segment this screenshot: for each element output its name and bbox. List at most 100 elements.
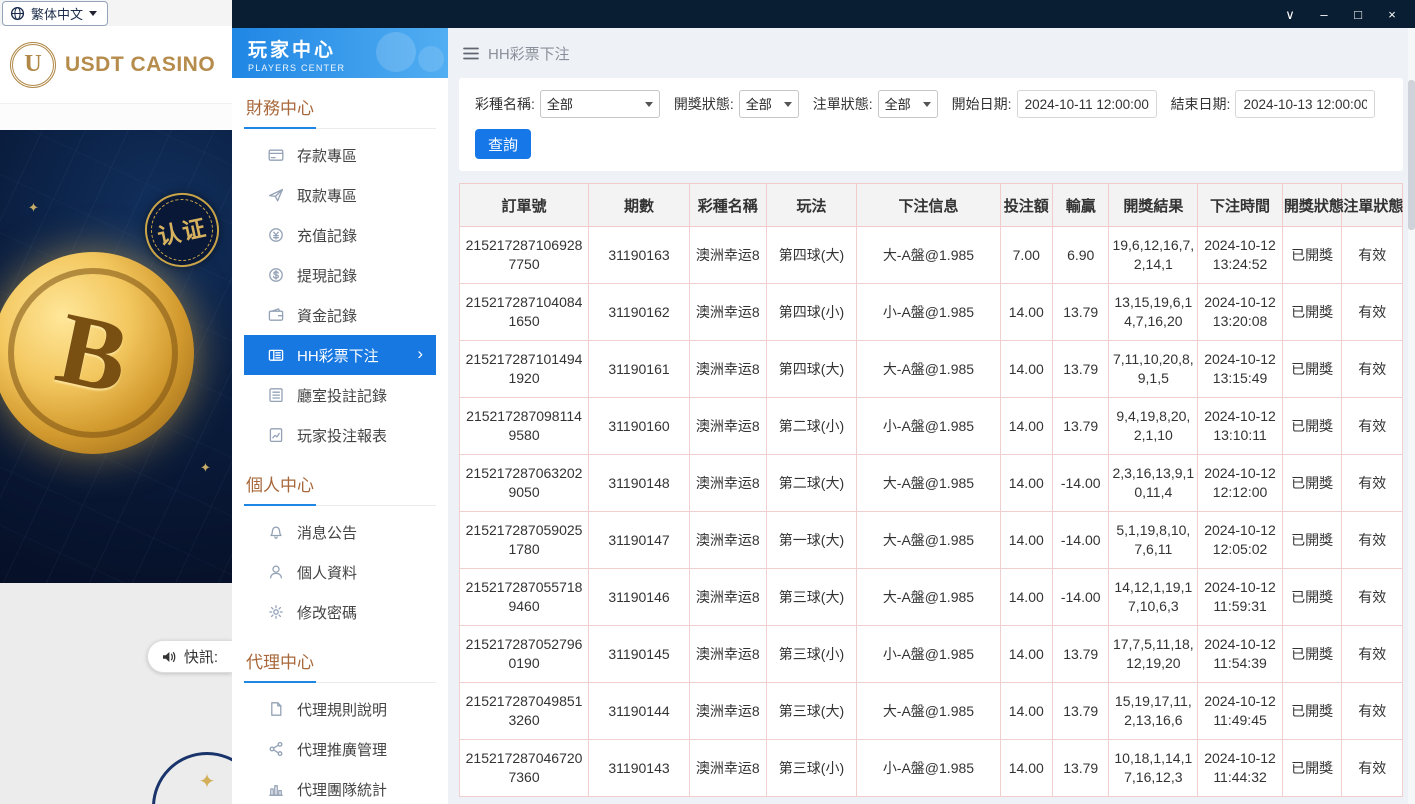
table-cell: 小-A盤@1.985 — [857, 284, 1000, 341]
table-cell: 大-A盤@1.985 — [857, 341, 1000, 398]
table-cell: 大-A盤@1.985 — [857, 455, 1000, 512]
sidebar-item-funds-records[interactable]: 資金記錄 — [244, 295, 436, 335]
table-cell: 已開獎 — [1282, 569, 1342, 626]
quick-news-button[interactable]: 快訊: — [147, 640, 232, 673]
sidebar-item-player-bet-report[interactable]: 玩家投注報表 — [244, 415, 436, 455]
lottery-name-select[interactable]: 全部 — [540, 90, 660, 118]
table-row: 215217287055718946031190146澳洲幸运8第三球(大)大-… — [460, 569, 1403, 626]
scrollbar-thumb[interactable] — [1408, 80, 1415, 230]
page-title: HH彩票下注 — [488, 43, 570, 64]
table-cell: 大-A盤@1.985 — [857, 683, 1000, 740]
quick-news-label: 快訊: — [184, 646, 218, 667]
vertical-scrollbar[interactable] — [1408, 28, 1415, 804]
menu-icon[interactable] — [463, 47, 479, 60]
table-cell: 2152172870981149580 — [460, 398, 589, 455]
table-cell: 第三球(小) — [766, 626, 857, 683]
column-header: 下注時間 — [1198, 184, 1283, 227]
window-close-button[interactable]: × — [1379, 4, 1405, 24]
table-cell: 31190160 — [589, 398, 690, 455]
column-header: 投注額 — [1000, 184, 1052, 227]
sidebar-item-agent-team-stats[interactable]: 代理團隊統計 — [244, 769, 436, 804]
sidebar-item-withdraw-area[interactable]: 取款專區 — [244, 175, 436, 215]
language-label: 繁体中文 — [31, 4, 83, 23]
agent-rules-icon — [268, 701, 284, 717]
table-cell: 第三球(大) — [766, 569, 857, 626]
sidebar-item-hh-lottery-bets[interactable]: HH彩票下注› — [244, 335, 436, 375]
announcement-icon — [268, 524, 284, 540]
sidebar-item-label: 存款專區 — [297, 145, 357, 166]
table-cell: 7,11,10,20,8,9,1,5 — [1109, 341, 1198, 398]
column-header: 期數 — [589, 184, 690, 227]
table-row: 215217287098114958031190160澳洲幸运8第二球(小)小-… — [460, 398, 1403, 455]
sidebar-item-withdrawal-records[interactable]: 提現記錄 — [244, 255, 436, 295]
deposit-card-icon — [268, 147, 284, 163]
funds-record-icon — [268, 307, 284, 323]
sidebar-item-label: 玩家投注報表 — [297, 425, 387, 446]
site-background-panel: 繁体中文 U USDT CASINO ✦ ✦ B 认证 快訊: — [0, 0, 232, 804]
draw-status-select[interactable]: 全部 — [739, 90, 799, 118]
table-cell: 澳洲幸运8 — [689, 227, 766, 284]
order-status-select[interactable]: 全部 — [878, 90, 938, 118]
order-status-label: 注單狀態: — [813, 94, 873, 114]
table-row: 215217287106928775031190163澳洲幸运8第四球(大)大-… — [460, 227, 1403, 284]
withdrawal-record-icon — [268, 267, 284, 283]
column-header: 訂單號 — [460, 184, 589, 227]
table-cell: 有效 — [1342, 227, 1403, 284]
app-body: 玩家中心 PLAYERS CENTER 財務中心存款專區取款專區充值記錄提現記錄… — [232, 28, 1415, 804]
language-selector[interactable]: 繁体中文 — [2, 1, 108, 26]
sidebar-section-title: 個人中心 — [244, 469, 436, 506]
table-cell: 有效 — [1342, 398, 1403, 455]
sparkle-icon: ✦ — [28, 200, 39, 216]
sidebar-item-change-password[interactable]: 修改密碼 — [244, 592, 436, 632]
sidebar-item-agent-rules[interactable]: 代理規則說明 — [244, 689, 436, 729]
table-cell: 澳洲幸运8 — [689, 284, 766, 341]
recharge-record-icon — [268, 227, 284, 243]
start-date-input[interactable] — [1017, 90, 1157, 118]
table-cell: 31190161 — [589, 341, 690, 398]
table-cell: 2152172870632029050 — [460, 455, 589, 512]
table-cell: 14.00 — [1000, 398, 1052, 455]
window-minimize-button[interactable]: – — [1311, 4, 1337, 24]
table-cell: 已開獎 — [1282, 398, 1342, 455]
table-cell: 19,6,12,16,7,2,14,1 — [1109, 227, 1198, 284]
sidebar-item-label: 充值記錄 — [297, 225, 357, 246]
table-cell: 31190162 — [589, 284, 690, 341]
window-maximize-button[interactable]: □ — [1345, 4, 1371, 24]
sidebar-item-announcements[interactable]: 消息公告 — [244, 512, 436, 552]
table-cell: 澳洲幸运8 — [689, 740, 766, 797]
sidebar-title: 玩家中心 — [248, 35, 448, 62]
table-cell: 已開獎 — [1282, 512, 1342, 569]
agent-promotion-icon — [268, 741, 284, 757]
withdraw-icon — [268, 187, 284, 203]
table-cell: 已開獎 — [1282, 683, 1342, 740]
end-date-input[interactable] — [1235, 90, 1375, 118]
sidebar-item-room-bet-records[interactable]: 廳室投註記錄 — [244, 375, 436, 415]
sidebar-item-agent-promotion[interactable]: 代理推廣管理 — [244, 729, 436, 769]
table-cell: 31190146 — [589, 569, 690, 626]
column-header: 玩法 — [766, 184, 857, 227]
table-cell: 6.90 — [1052, 227, 1108, 284]
chevron-right-icon: › — [417, 344, 423, 364]
globe-icon — [10, 6, 25, 21]
sidebar-item-deposit-area[interactable]: 存款專區 — [244, 135, 436, 175]
table-cell: 小-A盤@1.985 — [857, 398, 1000, 455]
table-cell: 2024-10-12 11:59:31 — [1198, 569, 1283, 626]
table-header-row: 訂單號期數彩種名稱玩法下注信息投注額輸贏開獎結果下注時間開獎狀態注單狀態 — [460, 184, 1403, 227]
sidebar-item-profile[interactable]: 個人資料 — [244, 552, 436, 592]
column-header: 注單狀態 — [1342, 184, 1403, 227]
window-dropdown-button[interactable]: ∨ — [1277, 4, 1303, 24]
search-button[interactable]: 查詢 — [475, 129, 531, 159]
table-cell: 14,12,1,19,17,10,6,3 — [1109, 569, 1198, 626]
sidebar-section-title: 代理中心 — [244, 646, 436, 683]
table-cell: 2024-10-12 13:10:11 — [1198, 398, 1283, 455]
sidebar-section-title: 財務中心 — [244, 92, 436, 129]
table-cell: 有效 — [1342, 740, 1403, 797]
sparkle-icon: ✦ — [200, 460, 211, 476]
speaker-icon — [161, 649, 177, 665]
site-logo[interactable]: U USDT CASINO — [0, 26, 232, 104]
sidebar-subtitle: PLAYERS CENTER — [248, 63, 448, 73]
filter-panel: 彩種名稱: 全部 開獎狀態: 全部 注單狀態: 全部 開始日期: 結束日期: 查… — [459, 78, 1403, 171]
sidebar-item-recharge-records[interactable]: 充值記錄 — [244, 215, 436, 255]
table-cell: 2152172871069287750 — [460, 227, 589, 284]
table-row: 215217287052796019031190145澳洲幸运8第三球(小)小-… — [460, 626, 1403, 683]
